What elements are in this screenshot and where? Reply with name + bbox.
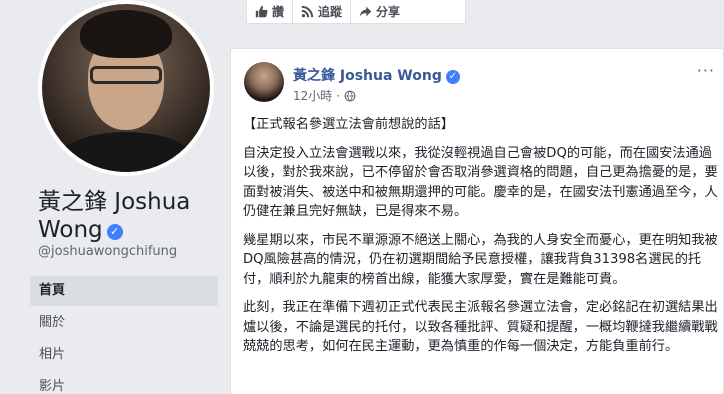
follow-label: 追蹤 [318,5,343,19]
verified-badge-icon: ✓ [106,224,123,240]
post-paragraph-title: 【正式報名參選立法會前想說的話】 [243,117,454,132]
post-paragraph: 自決定投入立法會選戰以來，我從沒輕視過自己會被DQ的可能，而在國安法通過以後，對… [243,145,718,220]
post-meta: 12小時 · [293,87,356,104]
page-title: 黃之鋒 Joshua Wong ✓ [38,188,218,244]
profile-sidebar: 黃之鋒 Joshua Wong ✓ @joshuawongchifung 首頁 關… [0,0,228,394]
like-button[interactable]: 讚 [247,0,294,23]
globe-icon[interactable] [344,90,356,102]
nav-item-photos[interactable]: 相片 [30,340,218,370]
share-button[interactable]: 分享 [351,1,408,23]
page-nav: 首頁 關於 相片 影片 [30,276,218,394]
share-label: 分享 [376,5,401,19]
post-author-avatar[interactable] [244,62,284,102]
profile-picture[interactable] [38,0,214,176]
post-card: 黃之鋒 Joshua Wong ✓ 12小時 · ··· 【正式報名參選立法會前想… [230,48,724,394]
follow-button[interactable]: 追蹤 [293,0,352,23]
rss-follow-icon [301,5,314,18]
like-label: 讚 [272,5,285,19]
thumbs-up-icon [255,5,268,18]
verified-badge-icon: ✓ [445,70,460,84]
post-text: 【正式報名參選立法會前想說的話】 自決定投入立法會選戰以來，我從沒輕視過自己會被… [243,115,719,366]
avatar-glasses [90,66,162,84]
post-author[interactable]: 黃之鋒 Joshua Wong ✓ [293,65,460,85]
post-timestamp[interactable]: 12小時 [293,87,332,104]
nav-item-home[interactable]: 首頁 [30,276,218,306]
post-options-button[interactable]: ··· [697,61,715,80]
page-handle[interactable]: @joshuawongchifung [38,244,177,259]
nav-item-about[interactable]: 關於 [30,308,218,338]
meta-separator: · [336,88,341,103]
post-paragraph: 此刻，我正在準備下週初正式代表民主派報名參選立法會，定必銘記在初選結果出爐以後，… [243,300,718,354]
avatar-hair [80,10,172,58]
page-actions-bar: 讚 追蹤 分享 [246,0,466,24]
post-paragraph: 幾星期以來，市民不單源源不絕送上關心，為我的人身安全而憂心，更在明知我被DQ風險… [243,232,718,287]
share-arrow-icon [359,6,372,17]
avatar-shirt [56,132,196,172]
nav-item-videos[interactable]: 影片 [30,372,218,394]
avatar [42,4,210,172]
post-author-name: 黃之鋒 Joshua Wong [293,68,442,84]
page: 黃之鋒 Joshua Wong ✓ @joshuawongchifung 首頁 關… [0,0,724,394]
